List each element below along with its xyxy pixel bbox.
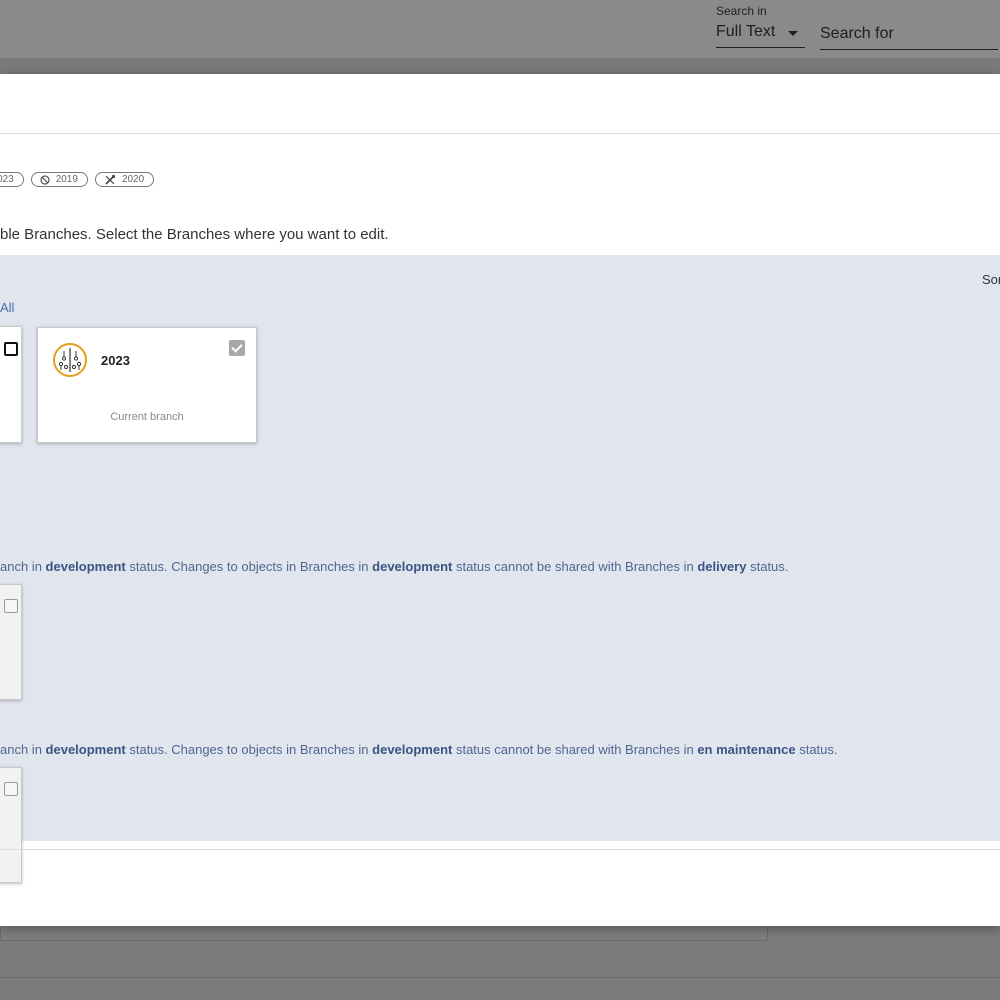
notice-status: development — [45, 559, 126, 574]
notice-text: status. Changes to objects in Branches i… — [125, 742, 373, 757]
notice-text: anch in — [0, 559, 46, 574]
search-in-select[interactable]: Full Text — [716, 18, 805, 48]
branch-chip: 2019 — [30, 172, 88, 187]
branch-name: 2023 — [101, 353, 130, 368]
search-input-placeholder: Search for — [820, 25, 894, 42]
current-branch-card[interactable]: 2023 Current branch — [37, 327, 257, 443]
branch-checkbox-disabled — [4, 599, 18, 613]
branch-status-notice: anch in development status. Changes to o… — [0, 742, 838, 757]
notice-status: development — [372, 559, 453, 574]
instruction-text: ble Branches. Select the Branches where … — [0, 226, 389, 243]
branch-checkbox-disabled — [4, 782, 18, 796]
notice-text: status cannot be shared with Branches in — [452, 559, 698, 574]
branch-chip-label: 023 — [0, 174, 14, 185]
search-in-dropdown[interactable]: Search in Full Text — [716, 4, 805, 48]
branch-chip: 2020 — [94, 172, 155, 187]
notice-status: delivery — [697, 559, 747, 574]
notice-text: status cannot be shared with Branches in — [452, 742, 698, 757]
branch-checkbox[interactable] — [4, 342, 18, 356]
branch-checkbox-checked[interactable] — [229, 340, 245, 356]
notice-text: anch in — [0, 742, 46, 757]
app-footer-divider — [0, 977, 1000, 978]
branch-chips: 023 2019 2020 — [0, 172, 155, 187]
blocked-icon — [40, 174, 50, 185]
current-branch-caption: Current branch — [110, 411, 184, 423]
branch-card-disabled — [0, 767, 22, 883]
notice-text: status. Changes to objects in Branches i… — [125, 559, 373, 574]
background-card — [0, 925, 768, 941]
sort-control[interactable]: Sor — [982, 272, 1000, 287]
notice-text: status. — [795, 742, 838, 757]
branches-panel: Sor All — [0, 255, 1000, 883]
branch-circuit-logo-icon — [53, 343, 87, 377]
dialog-header-divider — [0, 133, 1000, 134]
search-in-value: Full Text — [716, 23, 776, 40]
branch-chip-label: 2019 — [55, 174, 78, 185]
notice-status: development — [372, 742, 453, 757]
search-input[interactable]: Search for — [820, 21, 998, 50]
select-all-link[interactable]: All — [0, 300, 14, 315]
branch-card-disabled — [0, 584, 22, 700]
notice-status: en maintenance — [697, 742, 796, 757]
tools-icon — [104, 174, 116, 186]
branch-chip: 023 — [0, 172, 24, 187]
notice-text: status. — [746, 559, 789, 574]
notice-status: development — [45, 742, 126, 757]
search-in-label: Search in — [716, 4, 767, 18]
branch-status-notice: anch in development status. Changes to o… — [0, 559, 788, 574]
branch-selection-dialog: 023 2019 2020 ble Branches. Select the B… — [0, 74, 1000, 926]
branch-chip-label: 2020 — [121, 174, 145, 185]
caret-down-icon — [788, 31, 798, 36]
dialog-footer-divider — [0, 849, 1000, 850]
branch-card[interactable] — [0, 326, 22, 443]
